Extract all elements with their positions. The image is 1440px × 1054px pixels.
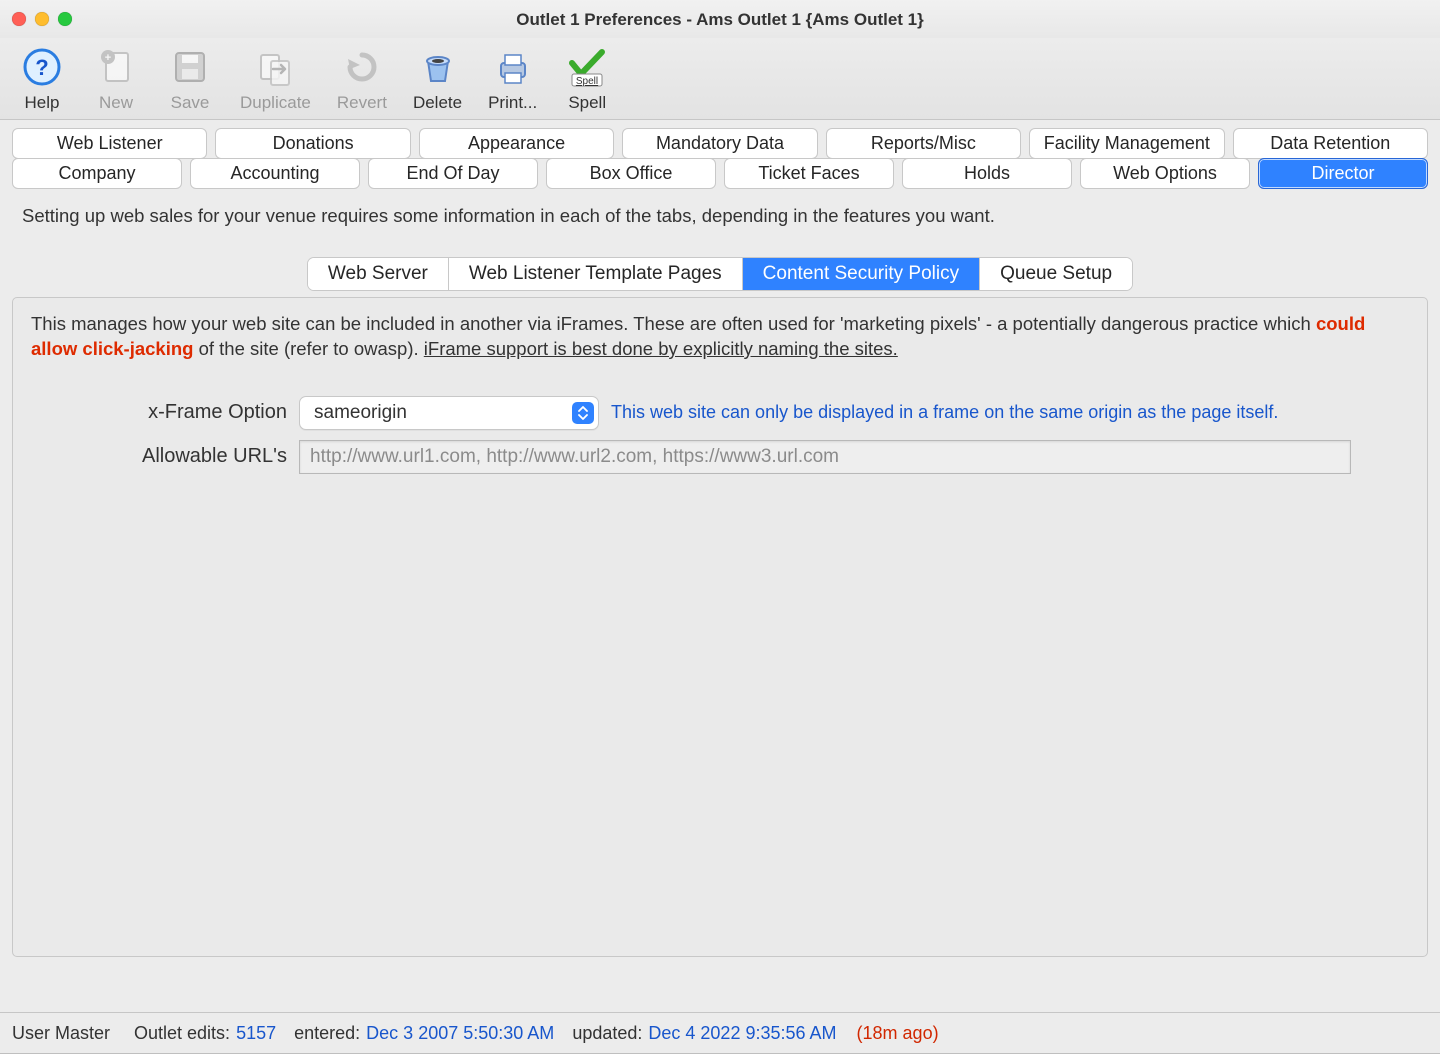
tab-reports-misc[interactable]: Reports/Misc <box>826 128 1021 159</box>
minimize-window-button[interactable] <box>35 12 49 26</box>
tab-donations[interactable]: Donations <box>215 128 410 159</box>
tab-box-office[interactable]: Box Office <box>546 158 716 189</box>
toolbar: ? Help + New Save <box>0 38 1440 120</box>
xframe-hint: This web site can only be displayed in a… <box>611 402 1278 423</box>
status-entered-value: Dec 3 2007 5:50:30 AM <box>366 1023 554 1044</box>
xframe-row: x-Frame Option sameorigin This web site … <box>27 396 1413 430</box>
spell-button[interactable]: Spell Spell <box>563 45 611 113</box>
window-controls <box>12 12 72 26</box>
print-button[interactable]: Print... <box>488 45 537 113</box>
new-button: + New <box>92 45 140 113</box>
tab-holds[interactable]: Holds <box>902 158 1072 189</box>
status-edits-value: 5157 <box>236 1023 276 1044</box>
new-label: New <box>99 93 133 113</box>
tab-mandatory-data[interactable]: Mandatory Data <box>622 128 817 159</box>
status-user: User Master <box>12 1023 110 1044</box>
subtab-template-pages[interactable]: Web Listener Template Pages <box>449 258 743 290</box>
csp-description: This manages how your web site can be in… <box>27 312 1413 378</box>
status-entered-label: entered: <box>294 1023 360 1044</box>
delete-label: Delete <box>413 93 462 113</box>
print-icon <box>491 45 535 89</box>
tab-ticket-faces[interactable]: Ticket Faces <box>724 158 894 189</box>
subtab-queue-setup[interactable]: Queue Setup <box>980 258 1132 290</box>
new-icon: + <box>94 45 138 89</box>
titlebar: Outlet 1 Preferences - Ams Outlet 1 {Ams… <box>0 0 1440 38</box>
allowable-urls-input[interactable]: http://www.url1.com, http://www.url2.com… <box>299 440 1351 474</box>
tab-facility-management[interactable]: Facility Management <box>1029 128 1224 159</box>
close-window-button[interactable] <box>12 12 26 26</box>
help-button[interactable]: ? Help <box>18 45 66 113</box>
xframe-value: sameorigin <box>314 402 407 424</box>
chevron-updown-icon <box>572 402 594 424</box>
window-title: Outlet 1 Preferences - Ams Outlet 1 {Ams… <box>0 10 1440 30</box>
urls-label: Allowable URL's <box>27 445 287 468</box>
tab-appearance[interactable]: Appearance <box>419 128 614 159</box>
subtab-web-server[interactable]: Web Server <box>308 258 449 290</box>
spell-icon: Spell <box>565 45 609 89</box>
tab-accounting[interactable]: Accounting <box>190 158 360 189</box>
svg-text:+: + <box>105 52 111 64</box>
subtab-csp[interactable]: Content Security Policy <box>743 258 980 290</box>
duplicate-icon <box>253 45 297 89</box>
csp-desc-part1: This manages how your web site can be in… <box>31 313 1316 334</box>
urls-row: Allowable URL's http://www.url1.com, htt… <box>27 440 1413 474</box>
tab-info-text: Setting up web sales for your venue requ… <box>0 197 1440 249</box>
tab-web-listener[interactable]: Web Listener <box>12 128 207 159</box>
xframe-label: x-Frame Option <box>27 401 287 424</box>
duplicate-label: Duplicate <box>240 93 311 113</box>
status-age: (18m ago) <box>857 1023 939 1044</box>
save-label: Save <box>171 93 210 113</box>
delete-button[interactable]: Delete <box>413 45 462 113</box>
xframe-select[interactable]: sameorigin <box>299 396 599 430</box>
zoom-window-button[interactable] <box>58 12 72 26</box>
delete-icon <box>416 45 460 89</box>
tab-end-of-day[interactable]: End Of Day <box>368 158 538 189</box>
revert-button: Revert <box>337 45 387 113</box>
status-edits-label: Outlet edits: <box>134 1023 230 1044</box>
tab-web-options[interactable]: Web Options <box>1080 158 1250 189</box>
save-icon <box>168 45 212 89</box>
csp-desc-part2: of the site (refer to owasp). <box>193 338 423 359</box>
tab-data-retention[interactable]: Data Retention <box>1233 128 1428 159</box>
status-bar: User Master Outlet edits: 5157 entered: … <box>0 1012 1440 1053</box>
duplicate-button: Duplicate <box>240 45 311 113</box>
revert-label: Revert <box>337 93 387 113</box>
csp-desc-advice: iFrame support is best done by explicitl… <box>424 338 898 359</box>
help-icon: ? <box>20 45 64 89</box>
revert-icon <box>340 45 384 89</box>
csp-panel: This manages how your web site can be in… <box>12 297 1428 957</box>
help-label: Help <box>25 93 60 113</box>
status-updated-value: Dec 4 2022 9:35:56 AM <box>648 1023 836 1044</box>
print-label: Print... <box>488 93 537 113</box>
tabs-row-1: Web Listener Donations Appearance Mandat… <box>0 128 1440 159</box>
preferences-window: Outlet 1 Preferences - Ams Outlet 1 {Ams… <box>0 0 1440 1054</box>
tabs-row-2: Company Accounting End Of Day Box Office… <box>0 158 1440 189</box>
svg-text:?: ? <box>35 55 48 80</box>
svg-text:Spell: Spell <box>576 76 598 87</box>
tab-director[interactable]: Director <box>1258 158 1428 189</box>
save-button: Save <box>166 45 214 113</box>
sub-tabs: Web Server Web Listener Template Pages C… <box>0 257 1440 291</box>
tab-company[interactable]: Company <box>12 158 182 189</box>
status-updated-label: updated: <box>572 1023 642 1044</box>
spell-label: Spell <box>568 93 606 113</box>
